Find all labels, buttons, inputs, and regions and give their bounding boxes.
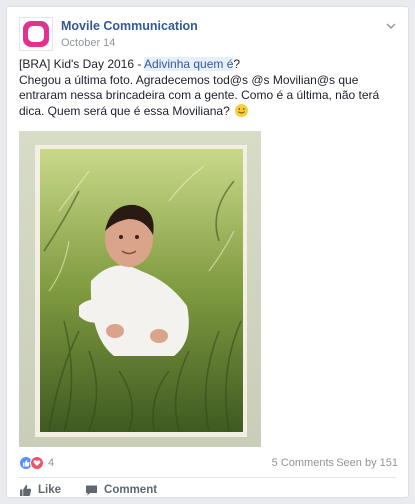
like-button[interactable]: Like: [19, 484, 61, 497]
post-title-suffix: ?: [233, 57, 241, 71]
post-actions: Like Comment: [19, 481, 181, 499]
post-title-line: [BRA] Kid's Day 2016 - Adivinha quem é?: [19, 57, 404, 73]
comment-icon: [86, 485, 98, 495]
like-label: Like: [38, 484, 62, 496]
smile-emoji-icon: [235, 103, 249, 117]
comments-count-link[interactable]: 5 Comments: [272, 457, 334, 469]
post-card: Movile Communication October 14 [BRA] Ki…: [6, 6, 409, 498]
reactions-summary[interactable]: 4: [19, 456, 54, 470]
comment-label: Comment: [104, 484, 158, 496]
reaction-count: 4: [48, 457, 55, 469]
page-avatar[interactable]: [19, 17, 53, 51]
post-title-highlight: Adivinha quem é: [144, 57, 234, 71]
post-body-text: Chegou a última foto. Agradecemos tod@s …: [19, 73, 404, 120]
actions-divider: [19, 477, 396, 478]
comment-button[interactable]: Comment: [85, 484, 157, 497]
post-stats: 4 5 Comments Seen by 151: [19, 456, 398, 472]
post-title-prefix: [BRA] Kid's Day 2016 -: [19, 57, 145, 71]
seen-by-count[interactable]: Seen by 151: [336, 457, 398, 469]
movile-logo-icon: [23, 21, 49, 47]
post-header: Movile Communication October 14: [19, 17, 398, 57]
post-text: [BRA] Kid's Day 2016 - Adivinha quem é? …: [19, 57, 404, 119]
thumbs-up-icon: [20, 484, 32, 496]
post-body: Chegou a última foto. Agradecemos tod@s …: [19, 72, 380, 118]
post-date-link[interactable]: October 14: [61, 37, 115, 49]
post-photo[interactable]: [19, 131, 261, 447]
post-options-chevron-icon[interactable]: [384, 19, 398, 33]
page-name-link[interactable]: Movile Communication: [61, 19, 198, 33]
love-reaction-icon: [30, 456, 44, 470]
